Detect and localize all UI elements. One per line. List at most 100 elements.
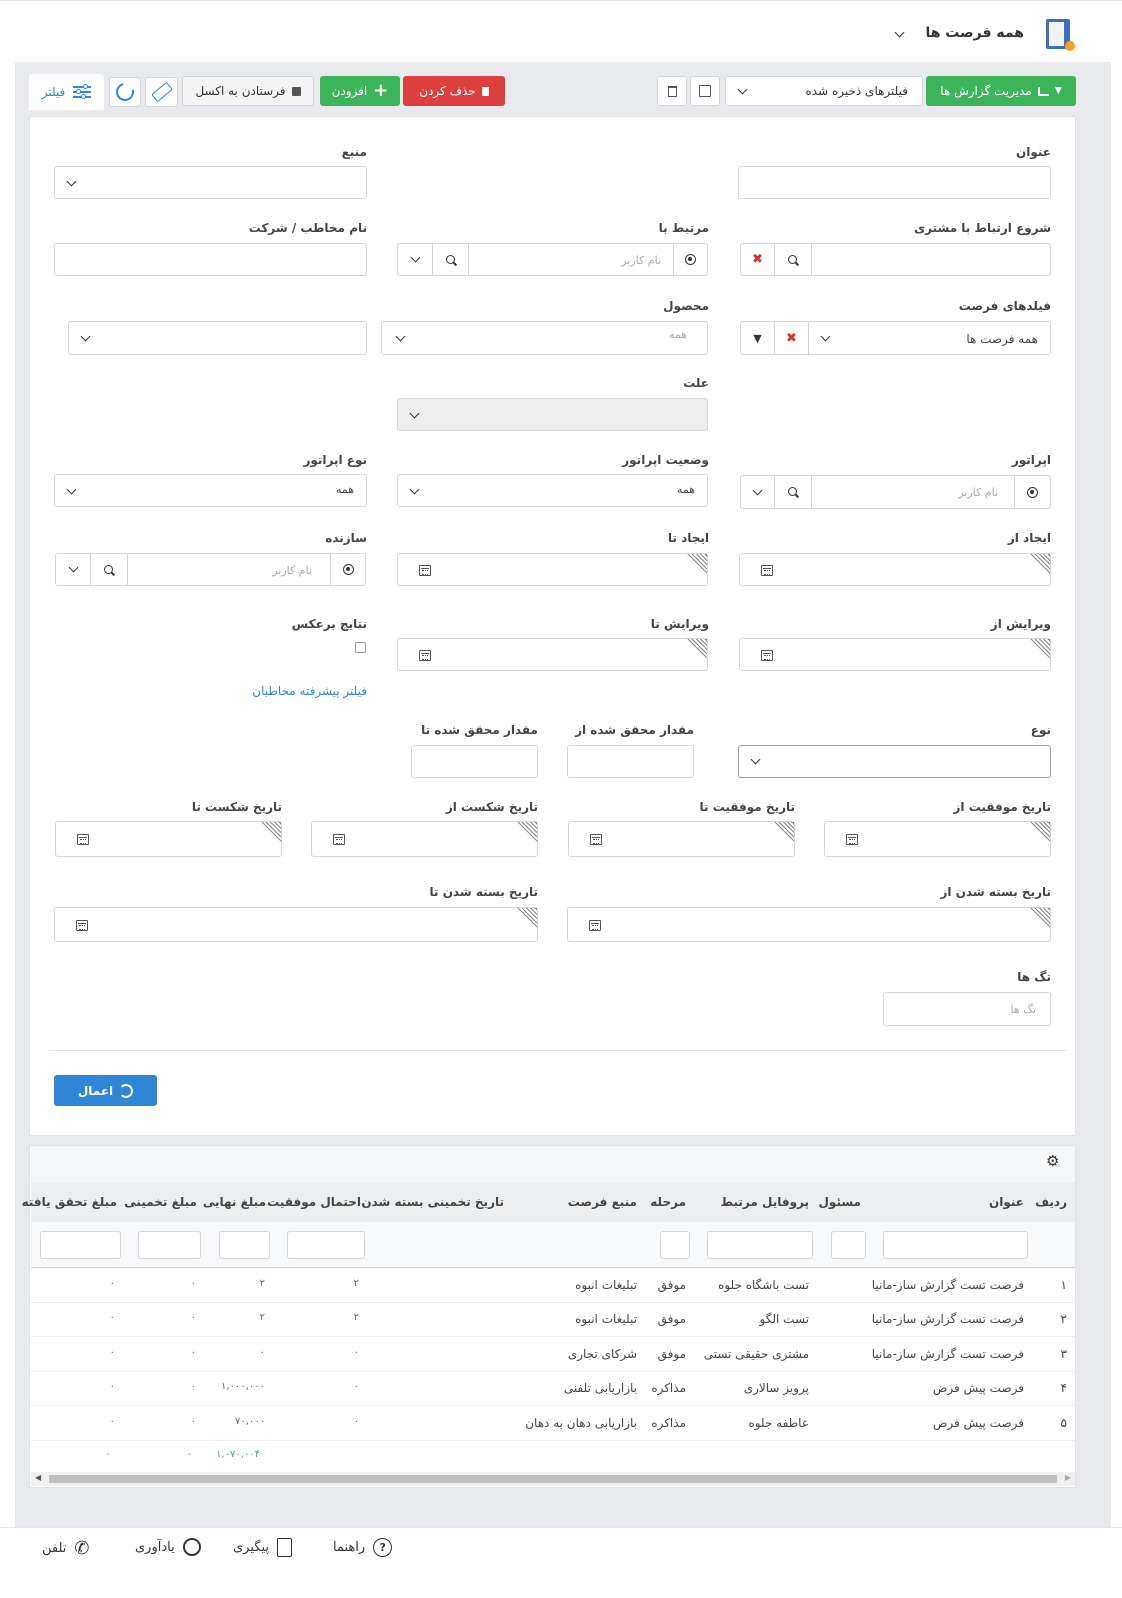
created-from-input[interactable] [739,553,1051,586]
column-header[interactable]: مبلغ تحقق یافته [22,1195,117,1209]
opp-fields-clear-button[interactable]: ✖ [774,321,809,355]
related-dropdown-button[interactable] [397,243,433,276]
followup-button[interactable]: پیگیری [233,1538,292,1557]
related-radio-button[interactable] [673,243,708,276]
closed-from-input[interactable] [567,907,1051,942]
total-realized: ۰ [105,1449,111,1460]
achieved-to-input[interactable] [411,745,538,778]
gear-icon[interactable]: ⚙ [1046,1152,1059,1170]
chevron-down-icon [410,252,420,263]
toolbar: فیلتر فرستادن به اکسل افزودن + حذف کردن … [15,66,1111,116]
tags-input[interactable]: تگ ها [883,992,1051,1026]
calendar-icon [333,834,345,845]
table-cell-title: فرصت پیش فرض [932,1381,1024,1396]
title-input[interactable] [738,166,1051,199]
delete-filter-button[interactable] [657,76,687,106]
creator-search-button[interactable] [90,553,128,586]
contact-start-input[interactable] [811,243,1051,276]
type-select[interactable] [738,745,1051,778]
column-header[interactable]: مسئول [819,1195,861,1209]
apply-button[interactable]: اعمال [54,1075,157,1106]
column-header[interactable]: ردیف [1035,1195,1067,1209]
success-to-input[interactable] [568,821,795,857]
contact-start-search-button[interactable] [774,243,812,276]
edited-from-input[interactable] [739,638,1051,671]
creator-input[interactable]: نام کاربر [127,553,331,586]
plus-icon: + [373,80,389,101]
filter-profile-input[interactable] [707,1231,813,1259]
save-filter-button[interactable] [690,76,720,106]
filter-final-input[interactable] [219,1231,270,1259]
phone-button[interactable]: تلفن ✆ [42,1538,90,1559]
fail-from-input[interactable] [311,821,538,857]
edited-to-input[interactable] [397,638,708,671]
source-select[interactable] [54,166,367,199]
report-manage-button[interactable]: مدیریت گزارش ها ▼ [926,76,1076,106]
filter-prob-input[interactable] [287,1231,365,1259]
operator-type-select[interactable]: همه [54,474,367,507]
followup-label: پیگیری [233,1540,269,1555]
save-icon [699,85,711,97]
column-header[interactable]: مرحله [650,1195,686,1209]
fail-from-label: تاریخ شکست از [445,800,538,814]
reminder-button[interactable]: یادآوری [135,1538,201,1556]
filter-est-input[interactable] [138,1231,201,1259]
apply-label: اعمال [77,1083,114,1098]
creator-radio-button[interactable] [330,553,366,586]
column-header[interactable]: احتمال موفقیت [267,1195,361,1209]
table-cell-source: بازاریابی دهان به دهان [525,1415,637,1430]
help-button[interactable]: راهنما ? [333,1538,393,1557]
table-cell-n: ۴ [1060,1381,1067,1396]
advanced-filter-link[interactable]: فیلتر پیشرفته مخاطبان [252,684,367,698]
table-cell-final: ۰ [259,1346,265,1358]
column-header[interactable]: پروفایل مرتبط [721,1195,809,1209]
column-header[interactable]: عنوان [989,1195,1024,1209]
column-header[interactable]: مبلغ نهایی [203,1195,266,1209]
title-dropdown-chevron-icon[interactable] [894,27,905,38]
operator-dropdown-button[interactable] [740,475,775,509]
calendar-icon [846,834,858,845]
achieved-from-input[interactable] [567,745,694,778]
created-to-input[interactable] [397,553,708,586]
success-from-input[interactable] [824,821,1051,857]
calendar-icon [76,920,88,931]
contact-company-input[interactable] [54,243,367,276]
column-header[interactable]: مبلغ تخمینی [124,1195,197,1209]
clear-filter-button[interactable] [145,77,178,107]
filter-title-input[interactable] [883,1231,1028,1259]
opp-fields-select[interactable]: همه فرصت ها [808,321,1051,355]
saved-filters-select[interactable]: فیلترهای ذخیره شده [725,76,923,106]
related-search-button[interactable] [432,243,469,276]
add-button[interactable]: افزودن + [320,76,400,106]
filter-owner-input[interactable] [831,1231,866,1259]
refresh-button[interactable] [109,77,141,107]
creator-dropdown-button[interactable] [55,553,91,586]
column-header[interactable]: منبع فرصت [568,1195,637,1209]
table-row[interactable] [31,1372,1075,1407]
reason-select[interactable] [397,398,708,431]
product-sub-select[interactable] [68,321,367,355]
top-bar: همه فرصت ها [0,0,1122,62]
contact-start-clear-button[interactable]: ✖ [740,243,775,276]
related-input[interactable]: نام کاربر [468,243,674,276]
operator-status-select[interactable]: همه [397,474,708,507]
reverse-results-checkbox[interactable] [355,642,366,653]
delete-button[interactable]: حذف کردن [403,76,505,106]
date-corner-icon [1028,908,1050,930]
chevron-down-icon [66,484,77,495]
operator-input[interactable]: نام کاربر [811,475,1015,509]
filter-realized-input[interactable] [40,1231,121,1259]
filter-tab[interactable]: فیلتر [29,74,104,110]
title-label: عنوان [1016,145,1051,159]
fail-to-input[interactable] [55,821,282,857]
operator-radio-button[interactable] [1014,475,1051,509]
filter-stage-input[interactable] [660,1231,690,1259]
operator-search-button[interactable] [774,475,812,509]
opp-fields-filter-button[interactable]: ▼ [740,321,775,355]
product-select[interactable]: همه [381,321,708,355]
target-icon [342,564,354,575]
export-excel-button[interactable]: فرستادن به اکسل [182,76,314,106]
column-header[interactable]: تاریخ تخمینی بسته شدن [361,1195,504,1209]
horizontal-scrollbar[interactable]: ◀ ▶ [31,1472,1075,1486]
closed-to-input[interactable] [54,907,538,942]
